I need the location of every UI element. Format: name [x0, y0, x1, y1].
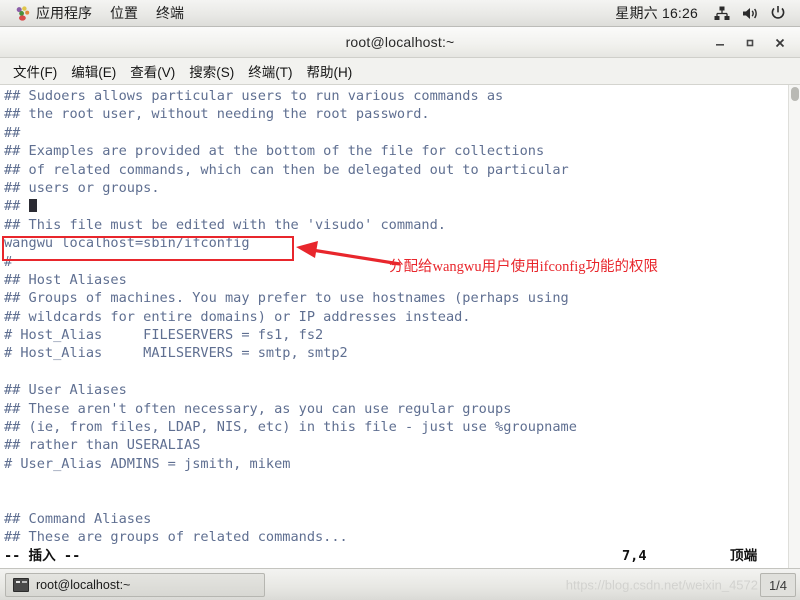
- terminal-line: ##: [4, 124, 21, 141]
- gnome-top-panel: 应用程序 位置 终端 星期六 16:26: [0, 0, 800, 27]
- close-button[interactable]: [766, 30, 794, 56]
- terminal-scrollbar[interactable]: [788, 85, 800, 568]
- places-menu[interactable]: 位置: [101, 2, 147, 25]
- power-icon[interactable]: [764, 2, 792, 24]
- panel-tray-group: 星期六 16:26: [615, 2, 800, 24]
- window-controls: [706, 27, 794, 58]
- menu-view[interactable]: 查看(V): [123, 57, 182, 85]
- bottom-taskbar: root@localhost:~ https://blog.csdn.net/w…: [0, 568, 800, 600]
- terminal-line: ## This file must be edited with the 'vi…: [4, 216, 446, 233]
- terminal-line-text: ##: [4, 198, 29, 215]
- taskbar-item-label: root@localhost:~: [36, 577, 131, 592]
- panel-menu-group: 应用程序 位置 终端: [0, 2, 193, 25]
- terminal-line: ## Command Aliases: [4, 510, 152, 527]
- terminal-line: ## rather than USERALIAS: [4, 437, 201, 454]
- terminal-line: ## wildcards for entire domains) or IP a…: [4, 308, 471, 325]
- terminal-line: ## Examples are provided at the bottom o…: [4, 143, 545, 160]
- volume-icon[interactable]: [736, 2, 764, 24]
- vim-status-line: -- 插入 -- 7,4 顶端: [4, 547, 788, 565]
- terminal-line: ## users or groups.: [4, 179, 160, 196]
- terminal-line: ## These are groups of related commands.…: [4, 529, 348, 546]
- terminal-icon: [13, 577, 29, 592]
- clock[interactable]: 星期六 16:26: [615, 3, 708, 23]
- terminal-line: ## (ie, from files, LDAP, NIS, etc) in t…: [4, 419, 577, 436]
- window-menubar: 文件(F) 编辑(E) 查看(V) 搜索(S) 终端(T) 帮助(H): [0, 58, 800, 85]
- workspace-label: 1/4: [768, 577, 788, 593]
- applications-menu[interactable]: 应用程序: [6, 2, 101, 25]
- terminal-content-area[interactable]: ## Sudoers allows particular users to ru…: [0, 85, 800, 568]
- watermark-text: https://blog.csdn.net/weixin_4572: [565, 577, 758, 592]
- menu-terminal[interactable]: 终端(T): [241, 57, 299, 85]
- text-cursor: [28, 199, 37, 213]
- terminal-line: ## Host Aliases: [4, 271, 127, 288]
- window-titlebar[interactable]: root@localhost:~: [0, 27, 800, 58]
- terminal-menu[interactable]: 终端: [147, 2, 193, 25]
- terminal-line: # Host_Alias FILESERVERS = fs1, fs2: [4, 327, 324, 344]
- taskbar-item-terminal[interactable]: root@localhost:~: [5, 572, 265, 597]
- terminal-scrollbar-thumb[interactable]: [791, 87, 799, 101]
- window-title: root@localhost:~: [345, 34, 455, 50]
- menu-help[interactable]: 帮助(H): [300, 57, 360, 85]
- menu-file[interactable]: 文件(F): [6, 57, 64, 85]
- vim-cursor-position: 7,4: [622, 547, 647, 564]
- terminal-line: ## User Aliases: [4, 382, 127, 399]
- terminal-line: ## Groups of machines. You may prefer to…: [4, 290, 569, 307]
- maximize-button[interactable]: [736, 30, 764, 56]
- terminal-line: ##: [4, 197, 788, 215]
- terminal-line: # Host_Alias MAILSERVERS = smtp, smtp2: [4, 345, 348, 362]
- terminal-line: ## the root user, without needing the ro…: [4, 106, 430, 123]
- vim-scroll-indicator: 顶端: [730, 547, 758, 564]
- minimize-button[interactable]: [706, 30, 734, 56]
- terminal-line: ## These aren't often necessary, as you …: [4, 400, 512, 417]
- terminal-line: # User_Alias ADMINS = jsmith, mikem: [4, 455, 291, 472]
- network-icon[interactable]: [708, 2, 736, 24]
- terminal-text[interactable]: ## Sudoers allows particular users to ru…: [0, 85, 788, 568]
- terminal-window: root@localhost:~ 文件(F) 编辑(E) 查看(V) 搜索(S)…: [0, 27, 800, 568]
- menu-edit[interactable]: 编辑(E): [64, 57, 123, 85]
- places-menu-label: 位置: [110, 4, 138, 21]
- applications-menu-label: 应用程序: [36, 4, 92, 21]
- workspace-switcher[interactable]: 1/4: [760, 573, 796, 597]
- terminal-line: ## Sudoers allows particular users to ru…: [4, 88, 504, 104]
- terminal-line: ## of related commands, which can then b…: [4, 161, 569, 178]
- menu-search[interactable]: 搜索(S): [182, 57, 241, 85]
- vim-mode-indicator: -- 插入 --: [4, 547, 81, 564]
- gnome-foot-icon: [15, 5, 30, 21]
- terminal-line: #: [4, 253, 13, 270]
- terminal-menu-label: 终端: [156, 4, 184, 21]
- terminal-line: wangwu localhost=sbin/ifconfig: [4, 235, 250, 252]
